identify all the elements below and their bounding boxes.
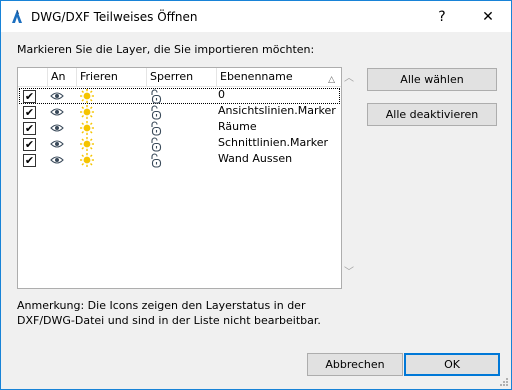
resize-grip-icon[interactable]	[497, 377, 509, 389]
layer-row[interactable]: ✔ Wand Aussen	[18, 152, 341, 168]
layer-checkbox[interactable]: ✔	[23, 122, 36, 135]
column-check[interactable]	[18, 68, 47, 86]
eye-icon	[50, 92, 64, 100]
open-lock-icon	[151, 105, 162, 120]
layer-name: Schnittlinien.Marker	[218, 136, 329, 149]
note-line-1: Anmerkung: Die Icons zeigen den Layersta…	[17, 299, 306, 312]
sun-icon	[80, 137, 94, 151]
open-lock-icon	[151, 89, 162, 104]
open-lock-icon	[151, 121, 162, 136]
layer-checkbox[interactable]: ✔	[23, 106, 36, 119]
layer-list[interactable]: An Frieren Sperren Ebenenname △ ✔ 0 ✔ Ansic…	[17, 67, 354, 289]
column-an[interactable]: An	[47, 68, 76, 86]
close-button[interactable]: ✕	[465, 1, 511, 32]
column-ebenenname[interactable]: Ebenenname △	[216, 68, 341, 86]
sun-icon	[80, 121, 94, 135]
ok-button[interactable]: OK	[404, 353, 500, 376]
scroll-down-icon[interactable]: ﹀	[344, 263, 354, 278]
sun-icon	[80, 153, 94, 167]
open-lock-icon	[151, 153, 162, 168]
archicad-logo-icon	[12, 9, 22, 23]
scroll-up-icon[interactable]: ︿	[344, 69, 354, 84]
note-text: Anmerkung: Die Icons zeigen den Layersta…	[17, 298, 337, 328]
eye-icon	[50, 140, 64, 148]
layer-checkbox[interactable]: ✔	[23, 90, 36, 103]
layer-row[interactable]: ✔ Schnittlinien.Marker	[18, 136, 341, 152]
layer-name: Räume	[218, 120, 257, 133]
column-sperren[interactable]: Sperren	[146, 68, 216, 86]
eye-icon	[50, 156, 64, 164]
focus-outline	[19, 88, 340, 104]
layer-name: Ansichtslinien.Marker	[218, 104, 336, 117]
column-frieren[interactable]: Frieren	[76, 68, 146, 86]
sun-icon	[80, 105, 94, 119]
layer-checkbox[interactable]: ✔	[23, 138, 36, 151]
layer-row[interactable]: ✔ Räume	[18, 120, 341, 136]
sun-icon	[80, 89, 94, 103]
select-all-button[interactable]: Alle wählen	[367, 68, 497, 91]
note-line-2: DXF/DWG-Datei und sind in der Liste nich…	[17, 314, 321, 327]
list-header: An Frieren Sperren Ebenenname △	[18, 68, 341, 87]
open-lock-icon	[151, 137, 162, 152]
title-bar: DWG/DXF Teilweises Öffnen ? ✕	[1, 1, 511, 32]
eye-icon	[50, 124, 64, 132]
layer-name: 0	[218, 88, 225, 101]
instruction-text: Markieren Sie die Layer, die Sie importi…	[17, 43, 315, 56]
eye-icon	[50, 108, 64, 116]
cancel-button[interactable]: Abbrechen	[307, 353, 403, 376]
layer-row[interactable]: ✔ 0	[18, 88, 341, 104]
layer-row[interactable]: ✔ Ansichtslinien.Marker	[18, 104, 341, 120]
layer-name: Wand Aussen	[218, 152, 293, 165]
help-button[interactable]: ?	[419, 1, 465, 32]
window-title: DWG/DXF Teilweises Öffnen	[31, 10, 198, 24]
layer-checkbox[interactable]: ✔	[23, 154, 36, 167]
dialog-window: DWG/DXF Teilweises Öffnen ? ✕ Markieren …	[0, 0, 512, 390]
sort-ascending-icon: △	[328, 75, 335, 85]
column-ebenenname-label: Ebenenname	[220, 70, 293, 83]
deselect-all-button[interactable]: Alle deaktivieren	[367, 103, 497, 126]
